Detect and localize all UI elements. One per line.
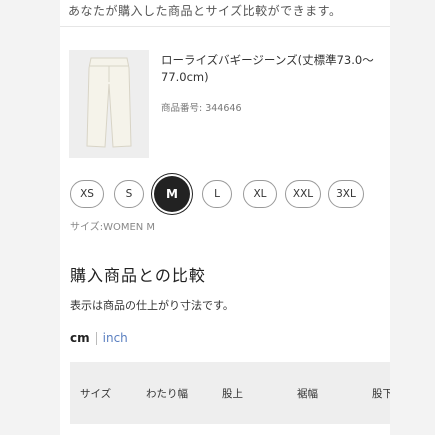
size-option-s[interactable]: S bbox=[114, 180, 144, 208]
size-option-xs[interactable]: XS bbox=[70, 180, 104, 208]
table-header-cell: サイズ bbox=[80, 388, 112, 400]
size-option-m-selected[interactable]: M bbox=[154, 176, 190, 212]
size-option-l[interactable]: L bbox=[202, 180, 232, 208]
size-option-xl[interactable]: XL bbox=[243, 180, 277, 208]
size-option-xxl[interactable]: XXL bbox=[285, 180, 321, 208]
table-row bbox=[70, 424, 390, 435]
intro-text: あなたが購入した商品とサイズ比較ができます。 bbox=[68, 4, 342, 18]
product-image bbox=[69, 50, 149, 158]
section-note: 表示は商品の仕上がり寸法です。 bbox=[70, 299, 234, 312]
divider bbox=[60, 26, 390, 27]
product-name: ローライズバギージーンズ(丈標準73.0〜77.0cm) bbox=[161, 53, 374, 84]
table-header-cell: 股上 bbox=[222, 388, 243, 400]
size-selector: XS S M L XL XXL 3XL bbox=[70, 176, 390, 212]
unit-separator bbox=[95, 331, 97, 345]
unit-toggle: cm inch bbox=[70, 331, 128, 345]
table-header-cell: 裾幅 bbox=[297, 388, 318, 400]
product-number: 商品番号: 344646 bbox=[161, 103, 242, 114]
unit-cm-button[interactable]: cm bbox=[70, 331, 90, 345]
unit-inch-button[interactable]: inch bbox=[103, 331, 128, 345]
jeans-illustration bbox=[69, 50, 149, 158]
size-option-3xl[interactable]: 3XL bbox=[328, 180, 364, 208]
table-header-cell: 股下 bbox=[372, 388, 390, 400]
size-table-header: サイズ わたり幅 股上 裾幅 股下 bbox=[70, 362, 390, 424]
section-title: 購入商品との比較 bbox=[70, 266, 206, 285]
table-header-cell: わたり幅 bbox=[146, 388, 188, 400]
size-caption: サイズ:WOMEN M bbox=[70, 222, 156, 233]
size-compare-panel: あなたが購入した商品とサイズ比較ができます。 ローライズバギージーンズ(丈標準7… bbox=[60, 0, 390, 435]
